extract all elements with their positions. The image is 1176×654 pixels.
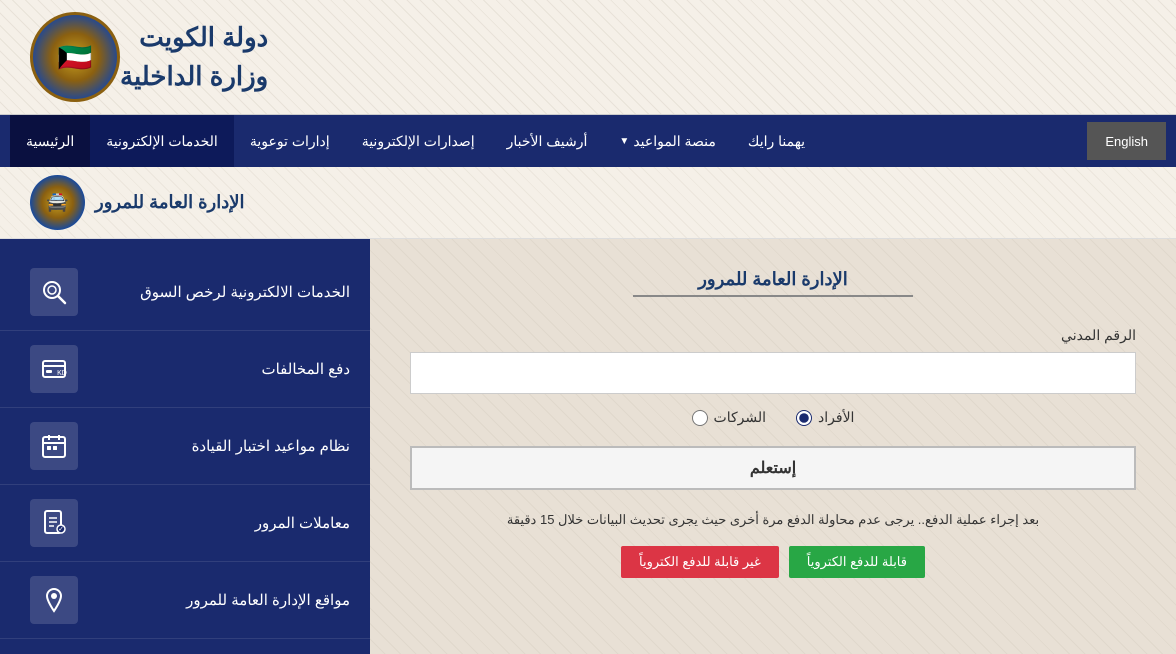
nav-item-appointments[interactable]: منصة المواعيد ▼ xyxy=(603,115,731,167)
header: دولة الكويت وزارة الداخلية xyxy=(0,0,1176,115)
sidebar-item-traffic-locations-label: مواقع الإدارة العامة للمرور xyxy=(78,591,350,609)
breadcrumb-bar: الإدارة العامة للمرور 🚔 xyxy=(0,167,1176,239)
radio-companies-input[interactable] xyxy=(692,410,708,426)
breadcrumb-title: الإدارة العامة للمرور xyxy=(95,192,245,213)
title-divider xyxy=(633,295,913,297)
not-eligible-button[interactable]: غير قابلة للدفع الكتروياً xyxy=(621,546,779,578)
civil-id-label: الرقم المدني xyxy=(410,327,1136,344)
sidebar-item-traffic-transactions[interactable]: معاملات المرور ✓ xyxy=(0,485,370,562)
type-radio-group: الأفراد الشركات xyxy=(410,409,1136,426)
sidebar-item-driving-test-label: نظام مواعيد اختبار القيادة xyxy=(78,437,350,455)
svg-text:KD: KD xyxy=(57,370,67,377)
header-title-line1: دولة الكويت xyxy=(120,18,268,57)
nav-items: يهمنا رايك منصة المواعيد ▼ أرشيف الأخبار… xyxy=(10,115,1077,167)
radio-individuals-text: الأفراد xyxy=(818,409,854,426)
nav-item-appointments-label: منصة المواعيد ▼ xyxy=(619,133,715,150)
sidebar-item-driving-test[interactable]: نظام مواعيد اختبار القيادة xyxy=(0,408,370,485)
chevron-down-icon: ▼ xyxy=(619,136,629,147)
breadcrumb-logo: 🚔 xyxy=(30,175,85,230)
english-language-button[interactable]: English xyxy=(1087,122,1166,160)
navigation: English يهمنا رايك منصة المواعيد ▼ أرشيف… xyxy=(0,115,1176,167)
search-magnifier-icon xyxy=(30,268,78,316)
nav-item-home[interactable]: الرئيسية xyxy=(10,115,90,167)
calendar-icon xyxy=(30,422,78,470)
radio-companies-text: الشركات xyxy=(714,409,766,426)
form-section-title: الإدارة العامة للمرور xyxy=(410,269,1136,290)
civil-id-group: الرقم المدني xyxy=(410,327,1136,394)
info-text: بعد إجراء عملية الدفع.. يرجى عدم محاولة … xyxy=(410,510,1136,531)
civil-id-input[interactable] xyxy=(410,352,1136,394)
eligible-button[interactable]: قابلة للدفع الكتروياً xyxy=(789,546,925,578)
form-area: الإدارة العامة للمرور الرقم المدني الأفر… xyxy=(370,239,1176,654)
nav-item-opinion[interactable]: يهمنا رايك xyxy=(732,115,821,167)
radio-individuals-input[interactable] xyxy=(796,410,812,426)
main-layout: الإدارة العامة للمرور الرقم المدني الأفر… xyxy=(0,239,1176,654)
radio-individuals-label[interactable]: الأفراد xyxy=(796,409,854,426)
sidebar-item-license-services[interactable]: الخدمات الالكترونية لرخص السوق xyxy=(0,254,370,331)
sidebar-item-license-services-label: الخدمات الالكترونية لرخص السوق xyxy=(78,283,350,301)
ministry-logo xyxy=(30,12,120,102)
submit-button[interactable]: إستعلم xyxy=(410,446,1136,490)
payment-icon: KD xyxy=(30,345,78,393)
sidebar-item-pay-fines-label: دفع المخالفات xyxy=(78,360,350,378)
svg-text:✓: ✓ xyxy=(58,526,64,533)
header-text: دولة الكويت وزارة الداخلية xyxy=(120,18,268,96)
nav-item-news[interactable]: أرشيف الأخبار xyxy=(491,115,604,167)
header-title-line2: وزارة الداخلية xyxy=(120,57,268,96)
nav-item-educational[interactable]: إدارات توعوية xyxy=(234,115,346,167)
document-icon: ✓ xyxy=(30,499,78,547)
radio-companies-label[interactable]: الشركات xyxy=(692,409,766,426)
nav-item-publications[interactable]: إصدارات الإلكترونية xyxy=(346,115,491,167)
sidebar-item-pay-fines[interactable]: دفع المخالفات KD xyxy=(0,331,370,408)
sidebar: الخدمات الالكترونية لرخص السوق دفع المخا… xyxy=(0,239,370,654)
nav-item-eservices[interactable]: الخدمات الإلكترونية xyxy=(90,115,234,167)
status-buttons: قابلة للدفع الكتروياً غير قابلة للدفع ال… xyxy=(410,546,1136,578)
location-pin-icon xyxy=(30,576,78,624)
sidebar-item-traffic-transactions-label: معاملات المرور xyxy=(78,514,350,532)
